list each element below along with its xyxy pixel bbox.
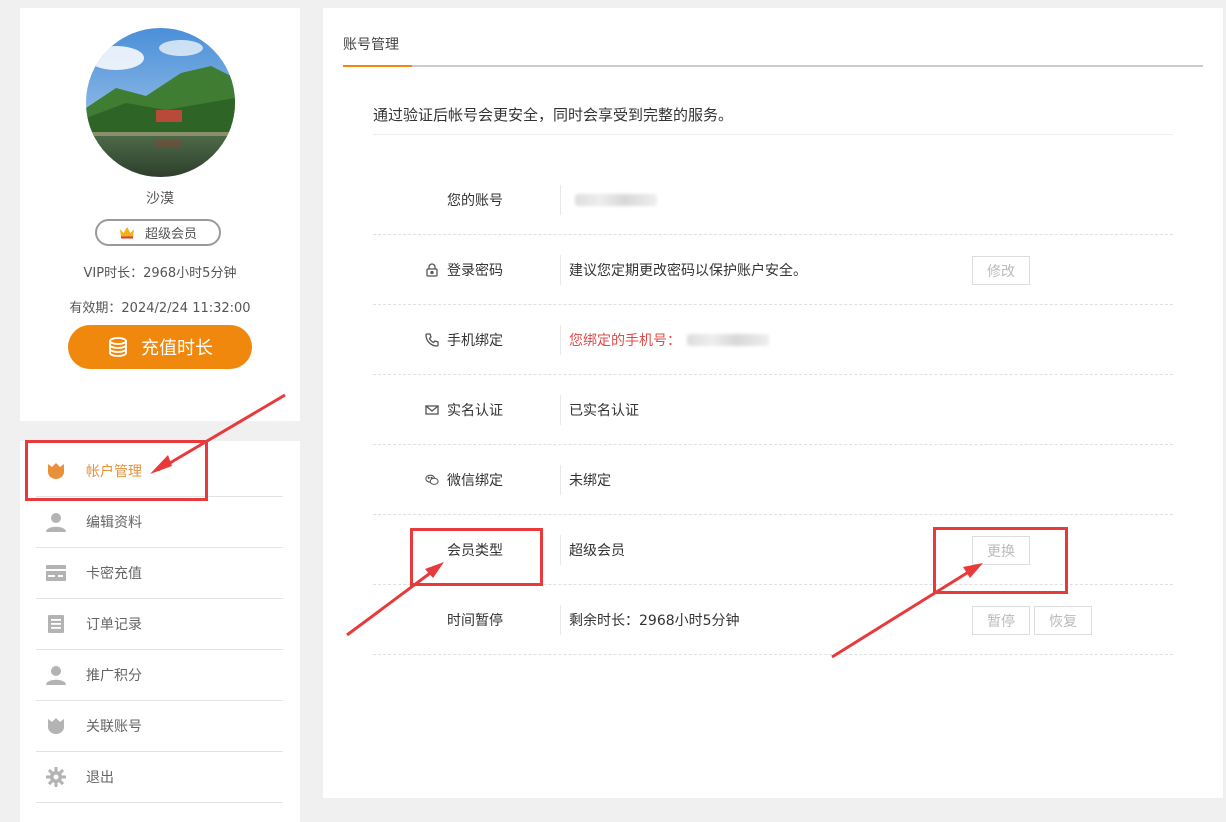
row-divider: [560, 325, 561, 355]
avatar[interactable]: [86, 28, 235, 177]
phone-value: 您绑定的手机号：: [569, 305, 769, 375]
row-label: 您的账号: [447, 193, 503, 209]
coins-icon: [107, 336, 129, 358]
menu-item-label: 推广积分: [86, 668, 142, 684]
gear-icon: [45, 766, 67, 788]
masked-phone: [687, 334, 769, 346]
row-label: 登录密码: [373, 235, 503, 305]
row-divider: [560, 395, 561, 425]
real-name-value: 已实名认证: [569, 403, 639, 419]
row-phone: 手机绑定 您绑定的手机号：: [373, 305, 1173, 375]
row-label: 手机绑定: [373, 305, 503, 375]
row-real-name: 实名认证 已实名认证: [373, 375, 1173, 445]
tab-bar: 账号管理: [343, 8, 1203, 67]
recharge-button[interactable]: 充值时长: [68, 325, 252, 369]
menu-item-promotion-points[interactable]: 推广积分: [36, 650, 283, 701]
tab-underline: [343, 65, 412, 67]
menu-item-orders[interactable]: 订单记录: [36, 599, 283, 650]
annotation-box-account: [25, 440, 208, 501]
account-value: [569, 165, 657, 235]
menu-item-card-recharge[interactable]: 卡密充值: [36, 548, 283, 599]
list-icon: [45, 613, 67, 635]
member-badge-label: 超级会员: [144, 227, 197, 242]
menu-item-label: 关联账号: [86, 719, 142, 735]
pause-button[interactable]: 暂停: [972, 606, 1030, 635]
user-icon: [45, 664, 67, 686]
menu-item-logout[interactable]: 退出: [36, 752, 283, 803]
menu-item-label: 编辑资料: [86, 515, 142, 531]
row-divider: [560, 535, 561, 565]
modify-password-button[interactable]: 修改: [972, 256, 1030, 285]
profile-card: 沙漠 超级会员 VIP时长：2968小时5分钟 有效期：2024/2/24 11…: [20, 8, 300, 421]
row-label: 微信绑定: [373, 445, 503, 515]
username: 沙漠: [146, 191, 174, 207]
member-badge: 超级会员: [95, 219, 221, 246]
tab-account-management[interactable]: 账号管理: [343, 34, 412, 54]
remaining-time-value: 剩余时长：2968小时5分钟: [569, 613, 740, 629]
phone-icon: [425, 333, 439, 347]
wechat-value: 未绑定: [569, 473, 611, 489]
vip-duration: VIP时长：2968小时5分钟: [83, 266, 237, 281]
row-wechat: 微信绑定 未绑定: [373, 445, 1173, 515]
wechat-icon: [425, 473, 439, 487]
row-divider: [560, 255, 561, 285]
menu-item-label: 订单记录: [86, 617, 142, 633]
crown-icon: [119, 226, 135, 239]
member-type-value: 超级会员: [569, 543, 625, 559]
row-account: 您的账号: [373, 165, 1173, 235]
row-label: 实名认证: [373, 375, 503, 445]
menu-item-linked-accounts[interactable]: 关联账号: [36, 701, 283, 752]
masked-account: [575, 194, 657, 206]
menu-item-label: 退出: [86, 770, 114, 786]
resume-button[interactable]: 恢复: [1034, 606, 1092, 635]
row-divider: [560, 465, 561, 495]
row-label: 时间暂停: [447, 613, 503, 629]
annotation-box-change-button: [933, 527, 1068, 594]
user-icon: [45, 511, 67, 533]
card-icon: [45, 562, 67, 584]
annotation-box-member-type: [410, 528, 543, 586]
password-hint: 建议您定期更改密码以保护账户安全。: [569, 263, 807, 279]
mail-icon: [425, 403, 439, 417]
row-time-pause: 时间暂停 剩余时长：2968小时5分钟 暂停 恢复: [373, 585, 1173, 655]
main-panel: 账号管理 通过验证后帐号会更安全，同时会享受到完整的服务。 您的账号 登录密码 …: [323, 8, 1223, 798]
expire-date: 有效期：2024/2/24 11:32:00: [69, 301, 251, 316]
menu-item-edit-profile[interactable]: 编辑资料: [36, 497, 283, 548]
shield-icon: [45, 715, 67, 737]
lock-icon: [425, 263, 439, 277]
recharge-button-label: 充值时长: [141, 338, 213, 359]
intro-text: 通过验证后帐号会更安全，同时会享受到完整的服务。: [373, 104, 1173, 135]
row-password: 登录密码 建议您定期更改密码以保护账户安全。 修改: [373, 235, 1173, 305]
menu-item-label: 卡密充值: [86, 566, 142, 582]
row-divider: [560, 185, 561, 215]
row-divider: [560, 605, 561, 635]
